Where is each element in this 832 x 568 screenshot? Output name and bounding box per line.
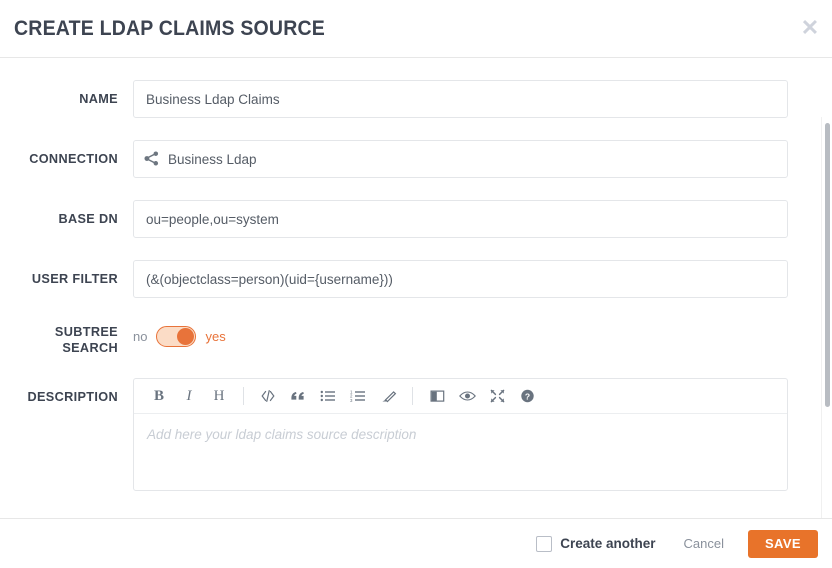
heading-icon[interactable]: H (204, 382, 234, 410)
form-row-description: DESCRIPTION B I H 1 2 3 ? Add here your … (0, 378, 832, 491)
subtree-search-toggle[interactable] (156, 326, 197, 347)
arrows-alt-glyph (490, 389, 504, 403)
modal-body: NAME CONNECTION (0, 58, 832, 518)
description-placeholder: Add here your ldap claims source descrip… (147, 427, 417, 442)
field-wrap-subtree-search: no yes (133, 320, 832, 347)
save-button[interactable]: SAVE (748, 529, 818, 558)
eraser-glyph (381, 391, 396, 403)
code-icon[interactable] (253, 382, 283, 410)
label-user-filter: USER FILTER (31, 272, 118, 286)
scrollbar-thumb[interactable] (825, 123, 830, 407)
description-textarea[interactable]: Add here your ldap claims source descrip… (134, 414, 787, 490)
field-wrap-name (133, 80, 832, 118)
svg-text:3: 3 (350, 398, 353, 403)
name-input[interactable] (133, 80, 788, 118)
quote-glyph (291, 392, 304, 400)
label-connection: CONNECTION (29, 152, 118, 166)
toggle-knob (177, 328, 195, 345)
field-wrap-user-filter (133, 260, 832, 298)
create-ldap-claims-source-modal: CREATE LDAP CLAIMS SOURCE ✕ NAME CONNECT… (0, 0, 832, 568)
question-circle-glyph: ? (520, 389, 534, 403)
checkbox-box[interactable] (536, 535, 553, 552)
eraser-icon[interactable] (373, 382, 403, 410)
ordered-list-icon[interactable]: 1 2 3 (343, 382, 373, 410)
bold-icon[interactable]: B (144, 382, 174, 410)
label-subtree-search: SUBTREE SEARCH (54, 325, 118, 355)
base-dn-input[interactable] (133, 200, 788, 238)
preview-icon[interactable] (452, 382, 482, 410)
field-wrap-base-dn (133, 200, 832, 238)
connection-input[interactable] (133, 140, 788, 178)
fullscreen-icon[interactable] (482, 382, 512, 410)
form-row-connection: CONNECTION (0, 140, 832, 178)
close-icon[interactable]: ✕ (798, 16, 822, 40)
label-description: DESCRIPTION (27, 390, 118, 404)
label-name: NAME (79, 92, 118, 106)
ol-glyph: 1 2 3 (350, 389, 365, 403)
columns-glyph (430, 390, 444, 402)
form-row-base-dn: BASE DN (0, 200, 832, 238)
field-wrap-description: B I H 1 2 3 ? Add here your ldap claims … (133, 378, 832, 491)
label-base-dn: BASE DN (58, 212, 118, 226)
editor-toolbar: B I H 1 2 3 ? (134, 379, 787, 414)
toolbar-separator (243, 387, 244, 405)
ul-glyph (320, 390, 335, 402)
eye-glyph (458, 391, 476, 401)
markdown-editor: B I H 1 2 3 ? Add here your ldap claims … (133, 378, 788, 491)
modal-header: CREATE LDAP CLAIMS SOURCE ✕ (0, 0, 832, 58)
cancel-button[interactable]: Cancel (676, 530, 732, 557)
quote-icon[interactable] (283, 382, 313, 410)
italic-icon[interactable]: I (174, 382, 204, 410)
modal-scrollbar[interactable] (821, 117, 832, 518)
create-another-label: Create another (560, 536, 656, 551)
code-glyph (261, 390, 275, 402)
svg-text:?: ? (524, 391, 529, 401)
unordered-list-icon[interactable] (313, 382, 343, 410)
subtree-search-toggle-group: no yes (133, 320, 788, 347)
user-filter-input[interactable] (133, 260, 788, 298)
toggle-off-label: no (133, 329, 148, 344)
help-icon[interactable]: ? (512, 382, 542, 410)
toolbar-separator (412, 387, 413, 405)
page-title: CREATE LDAP CLAIMS SOURCE (14, 16, 326, 40)
connection-input-group (133, 140, 788, 178)
toggle-on-label: yes (205, 329, 226, 344)
side-by-side-icon[interactable] (422, 382, 452, 410)
form-row-subtree-search: SUBTREE SEARCH no yes (0, 320, 832, 356)
create-another-checkbox[interactable]: Create another (536, 535, 656, 552)
form-row-name: NAME (0, 80, 832, 118)
form-row-user-filter: USER FILTER (0, 260, 832, 298)
field-wrap-connection (133, 140, 832, 178)
modal-footer: Create another Cancel SAVE (0, 518, 832, 568)
